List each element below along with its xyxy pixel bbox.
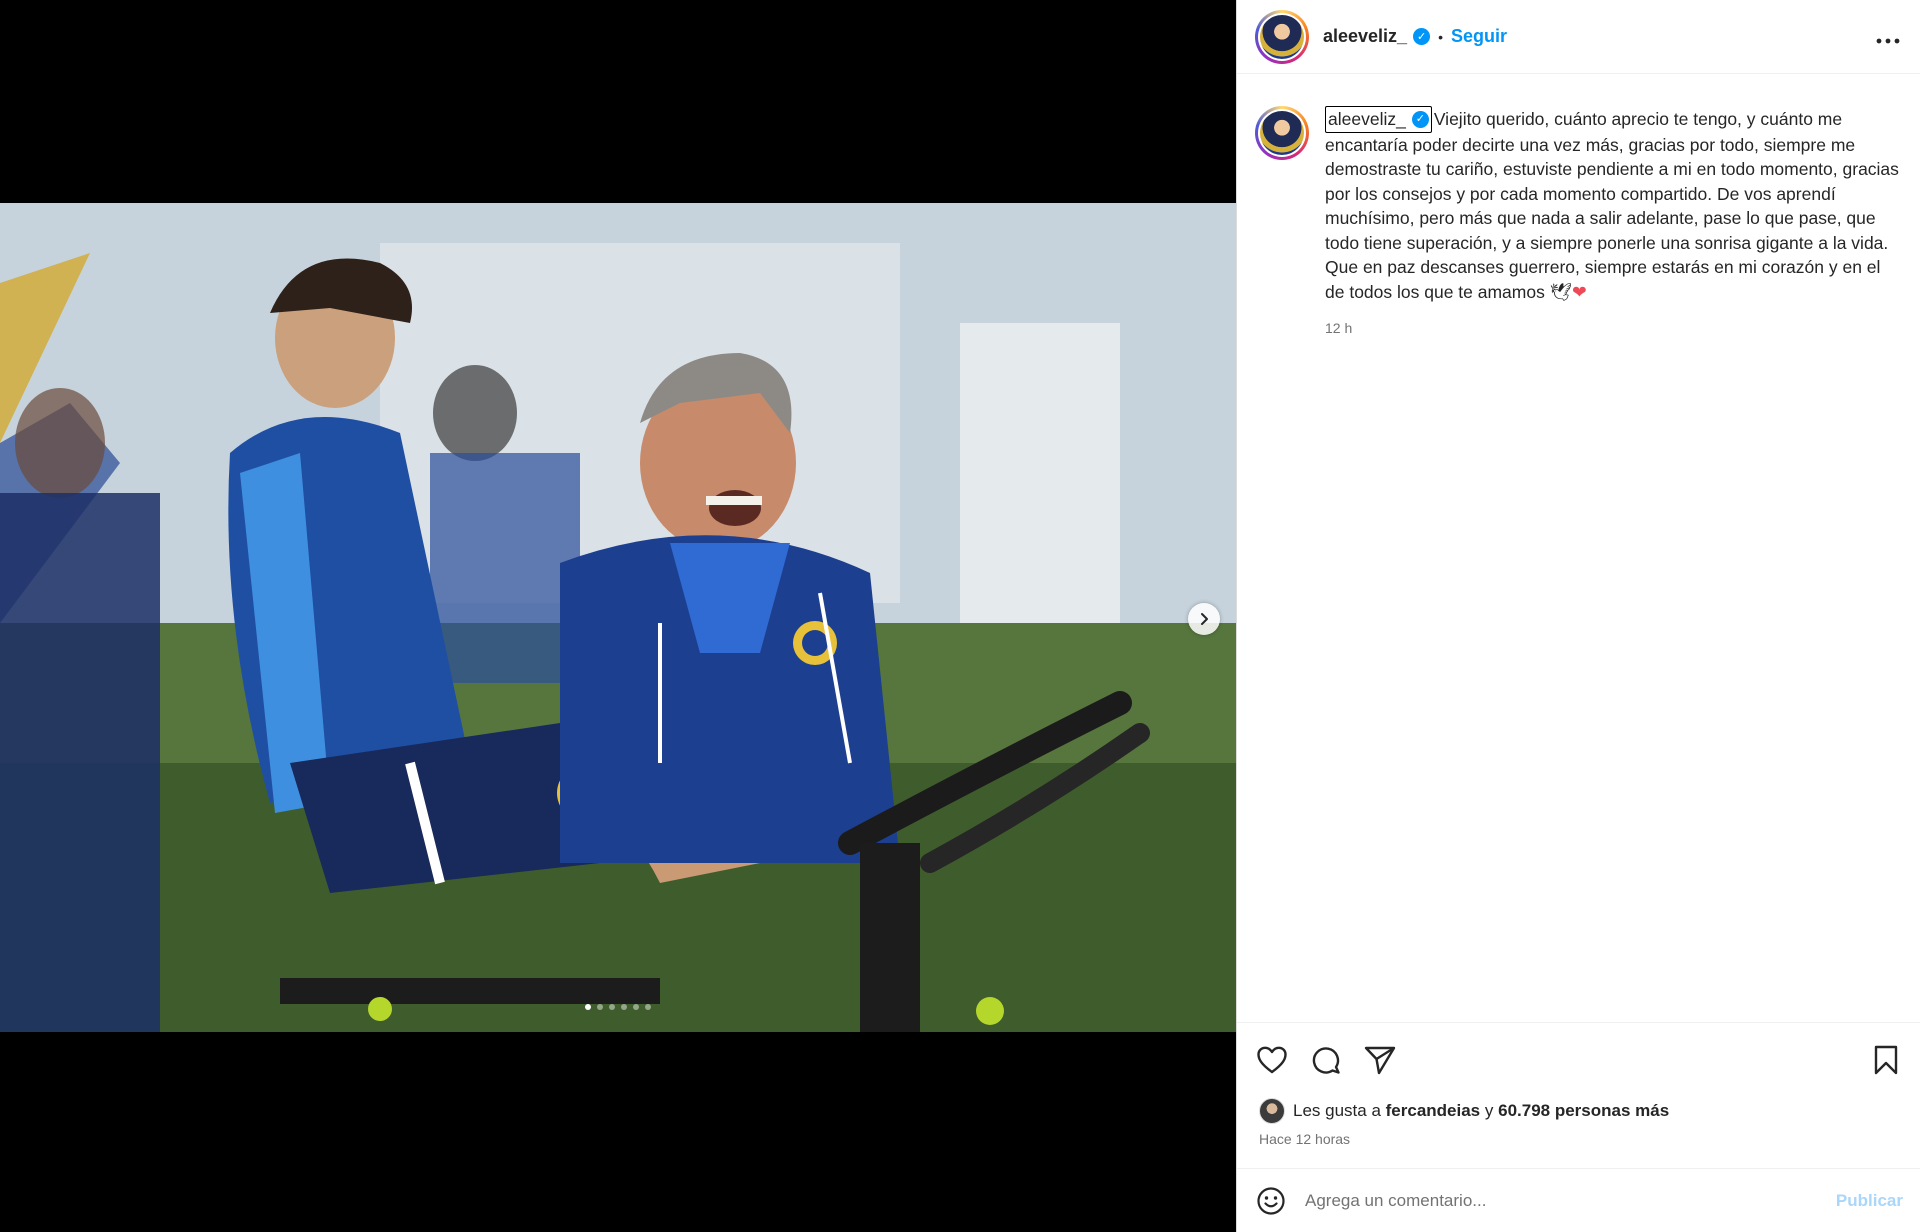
caption-paragraph-2: Que en paz descanses guerrero, siempre e… <box>1325 257 1881 302</box>
post-photo[interactable] <box>0 203 1236 1032</box>
likes-prefix: Les gusta a <box>1293 1101 1381 1120</box>
posted-time[interactable]: Hace 12 horas <box>1259 1131 1350 1147</box>
comment-input[interactable] <box>1305 1190 1836 1211</box>
photo-illustration <box>0 203 1236 1032</box>
like-button[interactable] <box>1255 1043 1289 1077</box>
follow-button[interactable]: Seguir <box>1451 26 1507 47</box>
comment-button[interactable] <box>1309 1043 1343 1077</box>
liker-avatar[interactable] <box>1259 1098 1285 1124</box>
comment-icon <box>1312 1047 1340 1074</box>
caption-text: aleeveliz_ ✓ Viejito querido, cuánto apr… <box>1325 106 1899 341</box>
bookmark-icon <box>1874 1045 1898 1075</box>
save-button[interactable] <box>1869 1043 1903 1077</box>
carousel-dot <box>633 1004 639 1010</box>
chevron-right-icon <box>1201 613 1208 625</box>
dove-emoji-icon: 🕊 <box>1549 281 1572 302</box>
likes-conj: y <box>1484 1101 1494 1120</box>
carousel-dot <box>609 1004 615 1010</box>
verified-badge-icon: ✓ <box>1413 28 1431 45</box>
carousel-dot <box>597 1004 603 1010</box>
caption-timestamp[interactable]: 12 h <box>1325 316 1899 341</box>
comment-box: Publicar <box>1237 1168 1920 1232</box>
post-header: aleeveliz_ ✓ • Seguir <box>1237 0 1920 74</box>
author-username[interactable]: aleeveliz_ <box>1323 26 1407 47</box>
send-icon <box>1364 1046 1396 1075</box>
likes-summary: Les gusta a fercandeias y 60.798 persona… <box>1259 1098 1669 1124</box>
likes-count[interactable]: 60.798 personas más <box>1498 1101 1669 1121</box>
more-horizontal-icon <box>1876 38 1900 43</box>
liker-username[interactable]: fercandeias <box>1386 1101 1481 1121</box>
verified-badge-icon: ✓ <box>1411 110 1429 128</box>
carousel-dot <box>645 1004 651 1010</box>
heart-icon <box>1257 1046 1287 1074</box>
smiley-icon <box>1257 1186 1285 1215</box>
publish-button[interactable]: Publicar <box>1836 1191 1903 1211</box>
share-button[interactable] <box>1363 1043 1397 1077</box>
header-separator: • <box>1438 28 1443 45</box>
heart-emoji-icon: ❤ <box>1571 281 1587 302</box>
post-media <box>0 0 1236 1232</box>
emoji-picker-button[interactable] <box>1255 1185 1287 1217</box>
carousel-indicator <box>0 1004 1236 1010</box>
carousel-dot <box>585 1004 591 1010</box>
post-side-panel: aleeveliz_ ✓ • Seguir aleeveliz_ ✓ Vieji… <box>1236 0 1920 1232</box>
author-avatar[interactable] <box>1255 9 1309 64</box>
more-options-button[interactable] <box>1876 26 1900 48</box>
post-actions <box>1237 1022 1920 1097</box>
caption: aleeveliz_ ✓ Viejito querido, cuánto apr… <box>1237 74 1920 341</box>
next-image-button[interactable] <box>1188 603 1220 635</box>
caption-author-avatar[interactable] <box>1255 106 1309 160</box>
carousel-dot <box>621 1004 627 1010</box>
caption-username[interactable]: aleeveliz_ ✓ <box>1325 106 1432 133</box>
